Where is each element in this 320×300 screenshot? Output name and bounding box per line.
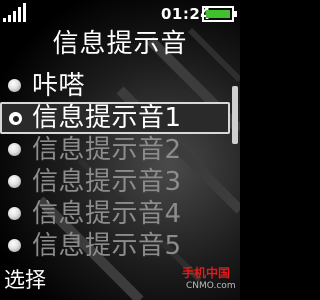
list-item-label: 信息提示音2 xyxy=(32,135,182,165)
list-item[interactable]: 信息提示音4 xyxy=(0,198,226,230)
radio-button-icon xyxy=(8,79,21,92)
list-item-label: 信息提示音3 xyxy=(32,167,182,197)
page-title: 信息提示音 xyxy=(52,29,188,59)
watermark-logo: 手机中国 xyxy=(182,266,231,280)
radio-button-icon xyxy=(9,112,22,125)
scrollbar-thumb[interactable] xyxy=(232,86,238,144)
list-item[interactable]: 信息提示音5 xyxy=(0,230,226,262)
scrollbar[interactable] xyxy=(232,86,238,264)
list-item[interactable]: 信息提示音3 xyxy=(0,166,226,198)
radio-button-icon xyxy=(8,239,21,252)
status-bar: 01:24 xyxy=(0,0,240,28)
left-softkey[interactable]: 选择 xyxy=(4,265,46,295)
list-item[interactable]: 信息提示音2 xyxy=(0,134,226,166)
list-item[interactable]: 咔嗒 xyxy=(0,70,226,102)
list-item-label: 信息提示音1 xyxy=(32,103,182,133)
list-item-label: 信息提示音5 xyxy=(32,231,182,261)
ringtone-screen: 01:24 信息提示音 咔嗒 信息提示音1 信息提示音2 信息提示音3 信息提示… xyxy=(0,0,240,300)
list-item-label: 咔嗒 xyxy=(32,71,86,101)
list-item-label: 信息提示音4 xyxy=(32,199,182,229)
watermark-site: CNMO.com xyxy=(186,281,236,291)
radio-button-icon xyxy=(8,143,21,156)
radio-button-icon xyxy=(8,175,21,188)
list-item-selected[interactable]: 信息提示音1 xyxy=(0,102,230,134)
radio-button-icon xyxy=(8,207,21,220)
ringtone-list: 咔嗒 信息提示音1 信息提示音2 信息提示音3 信息提示音4 信息提示音5 xyxy=(0,70,230,262)
watermark: 手机中国 CNMO.com xyxy=(182,263,240,299)
battery-full-icon xyxy=(202,6,237,22)
signal-strength-icon xyxy=(3,3,26,22)
